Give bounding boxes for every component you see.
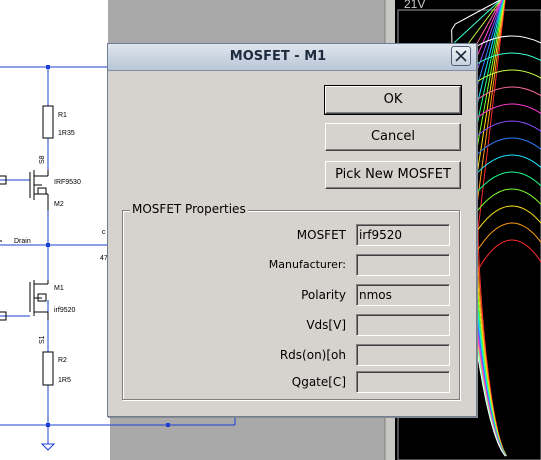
- rds-on-field[interactable]: [356, 344, 450, 366]
- source-label-bottom: S1: [39, 335, 46, 344]
- m2-model: IRF9530: [54, 179, 81, 186]
- polarity-label: Polarity: [301, 288, 346, 302]
- qgate-label: Qgate[C]: [291, 375, 346, 389]
- mosfet-field[interactable]: irf9520: [356, 224, 450, 246]
- r2-name: R2: [58, 357, 67, 364]
- m2-name: M2: [54, 201, 64, 208]
- manufacturer-field[interactable]: [356, 254, 450, 276]
- qgate-field[interactable]: [356, 371, 450, 393]
- close-icon: [455, 50, 467, 62]
- manufacturer-label: Manufacturer:: [268, 258, 346, 271]
- drain-label: Drain: [14, 238, 31, 245]
- group-label: MOSFET Properties: [130, 202, 248, 216]
- r1-name: R1: [58, 112, 67, 119]
- cancel-button[interactable]: Cancel: [325, 123, 461, 151]
- mosfet-dialog: MOSFET - M1 OK Cancel Pick New MOSFET MO…: [107, 43, 477, 417]
- mosfet-label: MOSFET: [296, 228, 346, 242]
- m1-model: irf9520: [54, 307, 76, 314]
- r2-value: 1R5: [58, 377, 71, 384]
- pick-new-mosfet-button[interactable]: Pick New MOSFET: [325, 161, 461, 189]
- close-button[interactable]: [451, 46, 471, 66]
- vds-field[interactable]: [356, 314, 450, 336]
- m1-name: M1: [54, 285, 64, 292]
- dialog-title: MOSFET - M1: [229, 49, 327, 64]
- voltage-label: 21V: [404, 0, 425, 11]
- edge-label-c: c: [102, 229, 106, 236]
- r1-value: 1R35: [58, 130, 75, 137]
- source-label-top: S8: [39, 155, 46, 164]
- polarity-field[interactable]: nmos: [356, 284, 450, 306]
- rds-on-label: Rds(on)[oh: [279, 348, 346, 362]
- vds-label: Vds[V]: [306, 318, 346, 332]
- ok-button[interactable]: OK: [324, 85, 462, 115]
- dialog-titlebar[interactable]: MOSFET - M1: [108, 44, 476, 71]
